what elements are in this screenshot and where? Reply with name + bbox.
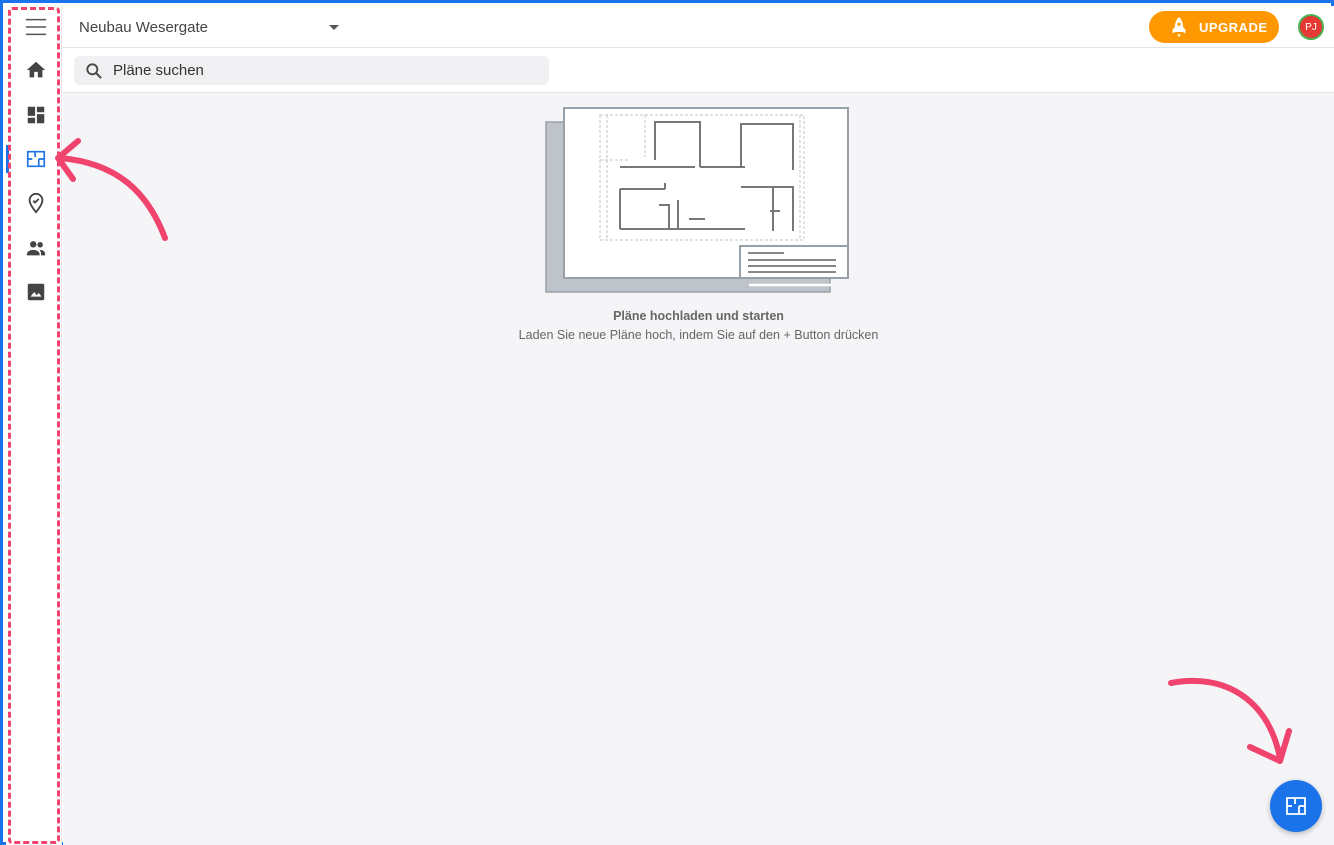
sidebar-item-people[interactable] <box>16 228 56 268</box>
dashboard-icon <box>27 106 45 124</box>
active-item-marker <box>6 145 9 173</box>
sidebar-item-home[interactable] <box>16 50 56 90</box>
upgrade-label: UPGRADE <box>1199 19 1268 35</box>
search-icon <box>86 62 102 79</box>
rocket-icon <box>1172 16 1186 38</box>
project-selector[interactable]: Neubau Wesergate <box>79 6 341 48</box>
avatar-initials: PJ <box>1305 21 1317 33</box>
empty-state-title: Pläne hochladen und starten <box>613 309 784 323</box>
upgrade-button[interactable]: UPGRADE <box>1149 11 1279 43</box>
sidebar-item-plans[interactable] <box>16 139 56 179</box>
app-frame: Neubau Wesergate UPGRADE PJ Pläne suchen… <box>0 0 1334 845</box>
sidebar <box>6 6 62 845</box>
empty-state-subtitle: Laden Sie neue Pläne hoch, indem Sie auf… <box>518 328 879 342</box>
sidebar-item-images[interactable] <box>16 272 56 312</box>
floor-plan-illustration <box>545 107 849 293</box>
plans-icon <box>26 150 46 168</box>
home-icon <box>26 61 46 78</box>
people-icon <box>26 241 46 256</box>
sidebar-item-tasks[interactable] <box>16 183 56 223</box>
main-content: Pläne hochladen und starten Laden Sie ne… <box>63 93 1334 845</box>
user-avatar[interactable]: PJ <box>1298 14 1324 40</box>
top-bar: Neubau Wesergate UPGRADE PJ <box>63 6 1334 48</box>
search-bar-row <box>63 48 1334 93</box>
search-box <box>74 56 549 85</box>
sidebar-item-dashboard[interactable] <box>16 95 56 135</box>
image-icon <box>27 283 45 301</box>
project-name: Neubau Wesergate <box>79 18 208 36</box>
caret-down-icon <box>329 24 339 30</box>
plans-icon <box>1286 797 1306 815</box>
menu-button[interactable] <box>16 7 56 47</box>
task-pin-icon <box>28 192 44 214</box>
add-plan-button[interactable] <box>1270 780 1322 832</box>
search-input[interactable] <box>113 62 533 79</box>
menu-icon <box>25 18 47 36</box>
